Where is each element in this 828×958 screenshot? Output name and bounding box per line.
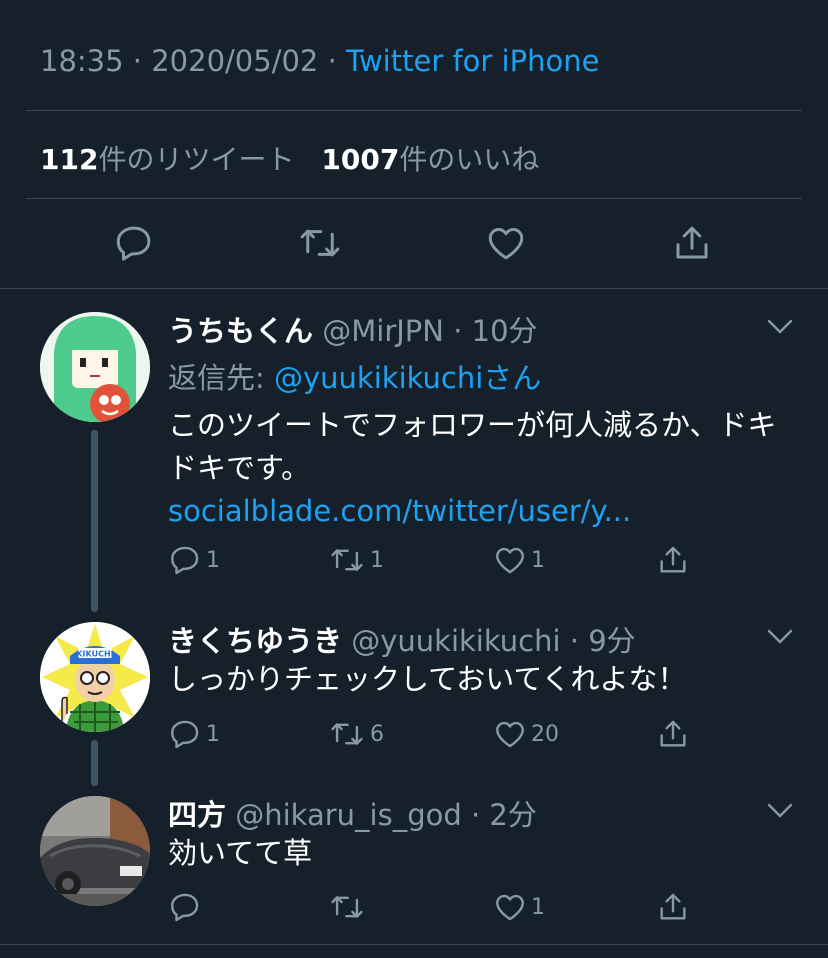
avatar[interactable] <box>40 796 150 906</box>
display-name[interactable]: きくちゆうき <box>168 624 342 658</box>
reply-body: このツイートでフォロワーが何人減るか、ドキドキです。 <box>168 408 777 485</box>
cap-badge-text: KIKUCHI <box>76 650 113 659</box>
reply-time: 9分 <box>588 624 636 658</box>
like-icon <box>493 717 527 751</box>
reply-button[interactable]: 1 <box>168 717 220 751</box>
reply-time: 10分 <box>471 314 538 348</box>
reply-actions: 1 1 1 <box>168 543 728 579</box>
display-name[interactable]: 四方 <box>168 798 226 832</box>
like-stat[interactable]: 1007件のいいね <box>321 143 539 176</box>
meta-separator: · <box>327 44 347 78</box>
tweet-meta: 18:35 · 2020/05/02 · Twitter for iPhone <box>40 44 599 78</box>
like-count: 1 <box>531 894 545 920</box>
retweet-icon <box>328 717 366 751</box>
tweet-source-link[interactable]: Twitter for iPhone <box>346 44 599 78</box>
avatar-illustration <box>40 312 150 422</box>
retweet-stat[interactable]: 112件のリツイート <box>40 143 294 176</box>
retweet-stat-label: 件のリツイート <box>98 143 295 176</box>
like-button[interactable]: 20 <box>493 717 559 751</box>
reply-button[interactable] <box>109 218 159 268</box>
user-handle[interactable]: @MirJPN <box>322 314 444 348</box>
user-handle[interactable]: @hikaru_is_god <box>235 798 462 832</box>
like-icon <box>493 890 527 924</box>
avatar[interactable]: KIKUCHI <box>40 622 150 732</box>
retweet-button[interactable]: 1 <box>328 543 384 577</box>
reply-to-prefix: 返信先: <box>168 361 274 395</box>
reply-link[interactable]: socialblade.com/twitter/user/y... <box>168 490 788 533</box>
thread-connector <box>91 740 98 786</box>
reply-icon <box>113 222 155 264</box>
tweet-time: 18:35 <box>40 44 124 78</box>
retweet-button[interactable] <box>328 890 370 924</box>
share-icon <box>656 543 690 577</box>
reply-to-handle[interactable]: @yuukikikuchiさん <box>274 361 541 395</box>
tweet-action-bar <box>0 218 828 268</box>
like-count: 20 <box>531 721 559 747</box>
header-separator: · <box>461 798 490 832</box>
like-button[interactable]: 1 <box>493 890 545 924</box>
reply-header: 四方 @hikaru_is_god · 2分 <box>168 792 537 834</box>
chevron-down-icon[interactable] <box>766 628 794 646</box>
user-handle[interactable]: @yuukikikuchi <box>351 624 560 658</box>
reply-body: 効いてて草 <box>168 836 313 870</box>
header-separator: · <box>443 314 472 348</box>
reply-icon <box>168 890 202 924</box>
retweet-count: 1 <box>370 547 384 573</box>
retweet-stat-count: 112 <box>40 143 99 176</box>
chevron-down-icon[interactable] <box>766 318 794 336</box>
reply-header: うちもくん @MirJPN · 10分 <box>168 308 538 350</box>
reply-text: 効いてて草 <box>168 832 788 875</box>
avatar-illustration: KIKUCHI <box>40 622 150 732</box>
like-button[interactable] <box>481 218 531 268</box>
divider <box>26 110 802 111</box>
tweet-date: 2020/05/02 <box>151 44 319 78</box>
section-divider <box>0 288 828 289</box>
reply-count: 1 <box>206 721 220 747</box>
retweet-icon <box>328 890 366 924</box>
retweet-icon <box>328 543 366 577</box>
reply-icon <box>168 543 202 577</box>
share-icon <box>656 890 690 924</box>
divider <box>26 198 802 199</box>
like-button[interactable]: 1 <box>493 543 545 577</box>
reply-to-suffix: さん <box>483 361 542 395</box>
like-icon <box>493 543 527 577</box>
share-button[interactable] <box>656 543 690 577</box>
retweet-icon <box>297 222 343 264</box>
retweet-count: 6 <box>370 721 384 747</box>
header-separator: · <box>560 624 589 658</box>
reply-actions: 1 <box>168 890 728 926</box>
reply-to-handle-text: @yuukikikuchi <box>274 361 484 395</box>
reply-header: きくちゆうき @yuukikikuchi · 9分 <box>168 618 636 660</box>
meta-separator: · <box>132 44 152 78</box>
share-button[interactable] <box>656 890 690 924</box>
reply-icon <box>168 717 202 751</box>
like-icon <box>485 222 527 264</box>
like-stat-label: 件のいいね <box>399 143 540 176</box>
share-button[interactable] <box>656 717 690 751</box>
reply-text: このツイートでフォロワーが何人減るか、ドキドキです。 socialblade.c… <box>168 404 788 533</box>
reply-count: 1 <box>206 547 220 573</box>
chevron-down-icon[interactable] <box>766 802 794 820</box>
reply-to-line: 返信先: @yuukikikuchiさん <box>168 355 541 397</box>
like-stat-count: 1007 <box>321 143 400 176</box>
reply-time: 2分 <box>489 798 537 832</box>
avatar-photo <box>40 796 150 906</box>
like-count: 1 <box>531 547 545 573</box>
section-divider <box>0 944 828 945</box>
retweet-button[interactable]: 6 <box>328 717 384 751</box>
reply-button[interactable] <box>168 890 206 924</box>
share-icon <box>656 717 690 751</box>
share-icon <box>671 222 713 264</box>
reply-actions: 1 6 20 <box>168 717 728 753</box>
avatar[interactable] <box>40 312 150 422</box>
reply-text: しっかりチェックしておいてくれよな！ <box>168 658 788 701</box>
reply-button[interactable]: 1 <box>168 543 220 577</box>
retweet-button[interactable] <box>295 218 345 268</box>
tweet-stats: 112件のリツイート 1007件のいいね <box>40 138 539 178</box>
share-button[interactable] <box>667 218 717 268</box>
thread-connector <box>91 430 98 612</box>
reply-body: しっかりチェックしておいてくれよな！ <box>168 662 687 696</box>
display-name[interactable]: うちもくん <box>168 314 313 348</box>
